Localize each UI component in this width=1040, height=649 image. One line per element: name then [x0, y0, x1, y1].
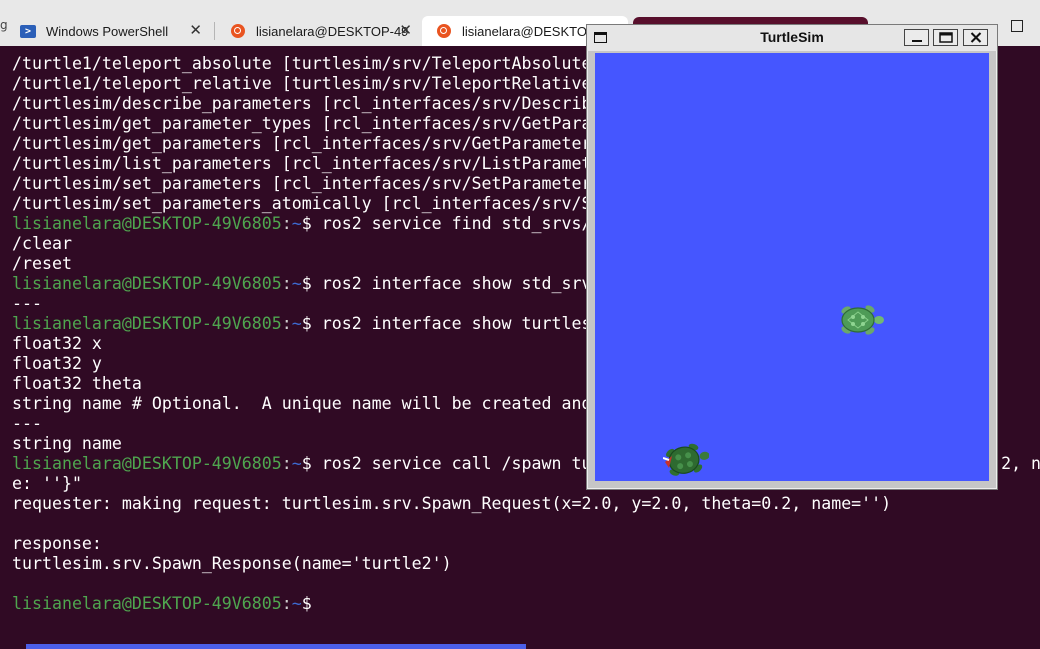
prompt-directory: ~ [291, 274, 302, 293]
line-text: float32 theta [12, 374, 142, 393]
prompt-directory: ~ [291, 314, 302, 333]
turtlesim-canvas [595, 53, 989, 481]
line-text: --- [12, 414, 42, 433]
close-button[interactable] [963, 29, 988, 46]
minimize-icon [911, 39, 922, 42]
minimize-button[interactable] [904, 29, 929, 46]
line-text: /turtlesim/get_parameters [rcl_interface… [12, 134, 612, 153]
line-text: /turtlesim/set_parameters [rcl_interface… [12, 174, 612, 193]
prompt-directory: ~ [291, 594, 302, 613]
prompt-user: lisianelara@DESKTOP-49V6805 [12, 594, 282, 613]
line-text: /clear [12, 234, 72, 253]
output-line: response: [12, 534, 1040, 554]
close-icon [970, 32, 981, 43]
maximize-button[interactable] [933, 29, 958, 46]
prompt-symbol: $ [301, 594, 322, 613]
line-text: /reset [12, 254, 72, 273]
ubuntu-icon [436, 23, 452, 39]
tab-label: lisianelara@DESKTOP-49 [256, 23, 409, 39]
powershell-icon: > [20, 23, 36, 39]
prompt-directory: ~ [291, 454, 302, 473]
prompt-separator: : [281, 594, 292, 613]
line-text: /turtle1/teleport_absolute [turtlesim/sr… [12, 54, 602, 73]
prompt-symbol: $ [301, 454, 322, 473]
line-text: /turtle1/teleport_relative [turtlesim/sr… [12, 74, 602, 93]
prompt-separator: : [281, 314, 292, 333]
line-text: /turtlesim/list_parameters [rcl_interfac… [12, 154, 632, 173]
tab-label: Windows PowerShell [46, 23, 169, 39]
prompt-symbol: $ [301, 314, 322, 333]
taskbar-strip [26, 644, 526, 649]
prompt-separator: : [281, 454, 292, 473]
tab-close-icon[interactable]: ✕ [189, 21, 202, 39]
turtle1-icon [841, 305, 884, 335]
line-text: e: ''}" [12, 474, 82, 493]
prompt-user: lisianelara@DESKTOP-49V6805 [12, 214, 282, 233]
prompt-symbol: $ [301, 274, 322, 293]
prompt-separator: : [281, 274, 292, 293]
maximize-icon[interactable] [1011, 20, 1023, 32]
line-text: float32 y [12, 354, 102, 373]
maximize-icon [938, 32, 953, 43]
ubuntu-icon [230, 23, 246, 39]
tab-powershell[interactable]: > Windows PowerShell ✕ [6, 16, 212, 46]
output-line: requester: making request: turtlesim.srv… [12, 494, 1040, 514]
output-line: turtlesim.srv.Spawn_Response(name='turtl… [12, 554, 1040, 574]
line-text: float32 x [12, 334, 102, 353]
line-text: string name [12, 434, 122, 453]
prompt-user: lisianelara@DESKTOP-49V6805 [12, 314, 282, 333]
tab-ubuntu-1[interactable]: lisianelara@DESKTOP-49 ✕ [216, 16, 422, 46]
prompt-symbol: $ [301, 214, 322, 233]
prompt-directory: ~ [291, 214, 302, 233]
prompt-user: lisianelara@DESKTOP-49V6805 [12, 274, 282, 293]
line-text: --- [12, 294, 42, 313]
prompt-line: lisianelara@DESKTOP-49V6805:~$ [12, 594, 1040, 614]
line-text: response: [12, 534, 102, 553]
turtle2-icon [663, 443, 709, 476]
turtlesim-titlebar[interactable]: TurtleSim [587, 25, 997, 51]
prompt-user: lisianelara@DESKTOP-49V6805 [12, 454, 282, 473]
line-text: requester: making request: turtlesim.srv… [12, 494, 892, 513]
tab-close-icon[interactable]: ✕ [399, 21, 412, 39]
turtlesim-window: TurtleSim [586, 24, 998, 490]
prompt-separator: : [281, 214, 292, 233]
line-text: turtlesim.srv.Spawn_Response(name='turtl… [12, 554, 452, 573]
